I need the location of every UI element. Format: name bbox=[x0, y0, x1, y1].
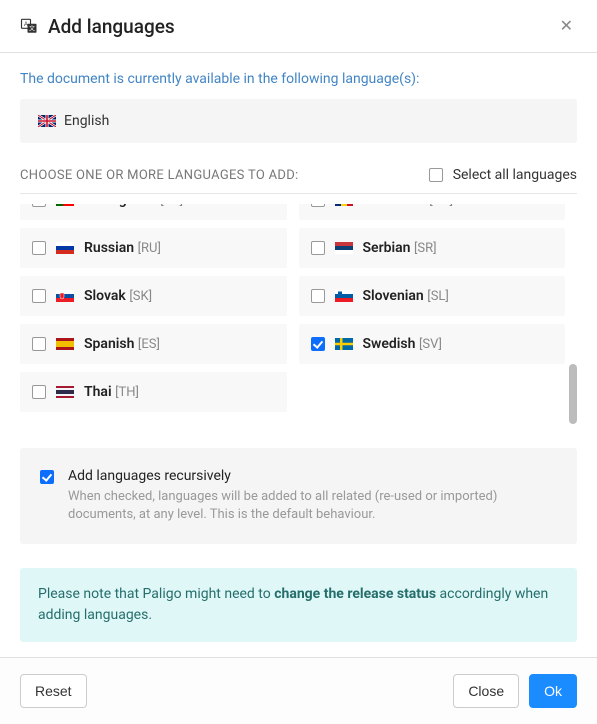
language-name: Portuguese bbox=[84, 204, 157, 208]
language-checkbox[interactable] bbox=[311, 241, 325, 255]
release-status-note: Please note that Paligo might need to ch… bbox=[20, 568, 577, 642]
intro-text: The document is currently available in t… bbox=[20, 71, 577, 87]
flag-ru-icon bbox=[56, 242, 74, 254]
select-all-languages[interactable]: Select all languages bbox=[429, 167, 577, 183]
flag-es-icon bbox=[56, 338, 74, 350]
translate-icon: A 文 bbox=[20, 17, 38, 35]
language-code: [RU] bbox=[138, 241, 161, 256]
language-code: [ES] bbox=[138, 337, 160, 352]
select-all-checkbox[interactable] bbox=[429, 168, 443, 182]
flag-pt-icon bbox=[56, 204, 74, 206]
reset-button[interactable]: Reset bbox=[20, 674, 87, 708]
flag-se-icon bbox=[335, 338, 353, 350]
dialog-footer: Reset Close Ok bbox=[0, 657, 597, 724]
language-name: Spanish bbox=[84, 336, 134, 352]
language-name: Slovenian bbox=[363, 288, 424, 304]
choose-label: CHOOSE ONE OR MORE LANGUAGES TO ADD: bbox=[20, 168, 429, 183]
dialog-header: A 文 Add languages ✕ bbox=[0, 0, 597, 53]
recursive-title: Add languages recursively bbox=[68, 468, 557, 484]
language-code: [SV] bbox=[419, 337, 442, 352]
language-item-es[interactable]: Spanish [ES] bbox=[20, 324, 287, 364]
language-name: Slovak bbox=[84, 288, 126, 304]
flag-rs-icon bbox=[335, 242, 353, 254]
language-checkbox[interactable] bbox=[32, 204, 46, 207]
language-item-sl[interactable]: Slovenian [SL] bbox=[299, 276, 566, 316]
flag-th-icon bbox=[56, 386, 74, 398]
current-language-row: English bbox=[20, 99, 577, 143]
recursive-checkbox[interactable] bbox=[40, 470, 54, 484]
flag-si-icon bbox=[335, 290, 353, 302]
current-language-name: English bbox=[64, 113, 109, 129]
language-code: [RO] bbox=[429, 204, 453, 208]
language-checkbox[interactable] bbox=[311, 204, 325, 207]
language-item-ro[interactable]: Romanian [RO] bbox=[299, 204, 566, 220]
language-code: [SR] bbox=[414, 241, 437, 256]
language-checkbox[interactable] bbox=[311, 337, 325, 351]
language-item-th[interactable]: Thai [TH] bbox=[20, 372, 287, 412]
dialog-title: Add languages bbox=[48, 15, 556, 38]
flag-ro-icon bbox=[335, 204, 353, 206]
language-item-sv[interactable]: Swedish [SV] bbox=[299, 324, 566, 364]
language-name: Romanian bbox=[363, 204, 426, 208]
scrollbar[interactable] bbox=[569, 204, 577, 424]
language-item-pt[interactable]: Portuguese [PT] bbox=[20, 204, 287, 220]
language-checkbox[interactable] bbox=[311, 289, 325, 303]
language-name: Serbian bbox=[363, 240, 411, 256]
language-list: Portuguese [PT] Romanian [RO] Russian [R… bbox=[20, 204, 577, 424]
language-code: [SL] bbox=[427, 289, 449, 304]
language-item-sk[interactable]: Slovak [SK] bbox=[20, 276, 287, 316]
language-code: [TH] bbox=[115, 385, 139, 400]
flag-gb-icon bbox=[38, 115, 56, 127]
language-name: Thai bbox=[84, 384, 112, 400]
language-item-sr[interactable]: Serbian [SR] bbox=[299, 228, 566, 268]
select-all-label: Select all languages bbox=[453, 167, 577, 183]
language-checkbox[interactable] bbox=[32, 241, 46, 255]
flag-sk-icon bbox=[56, 290, 74, 302]
recursive-desc: When checked, languages will be added to… bbox=[68, 488, 557, 524]
language-code: [SK] bbox=[129, 289, 152, 304]
close-icon[interactable]: ✕ bbox=[556, 14, 577, 38]
language-item-ru[interactable]: Russian [RU] bbox=[20, 228, 287, 268]
language-name: Russian bbox=[84, 240, 134, 256]
language-checkbox[interactable] bbox=[32, 385, 46, 399]
svg-text:A: A bbox=[24, 22, 28, 28]
language-name: Swedish bbox=[363, 336, 416, 352]
ok-button[interactable]: Ok bbox=[529, 674, 577, 708]
language-checkbox[interactable] bbox=[32, 337, 46, 351]
language-checkbox[interactable] bbox=[32, 289, 46, 303]
scrollbar-thumb[interactable] bbox=[569, 364, 577, 424]
recursive-option[interactable]: Add languages recursively When checked, … bbox=[20, 448, 577, 544]
language-code: [PT] bbox=[160, 204, 183, 208]
close-button[interactable]: Close bbox=[453, 674, 519, 708]
